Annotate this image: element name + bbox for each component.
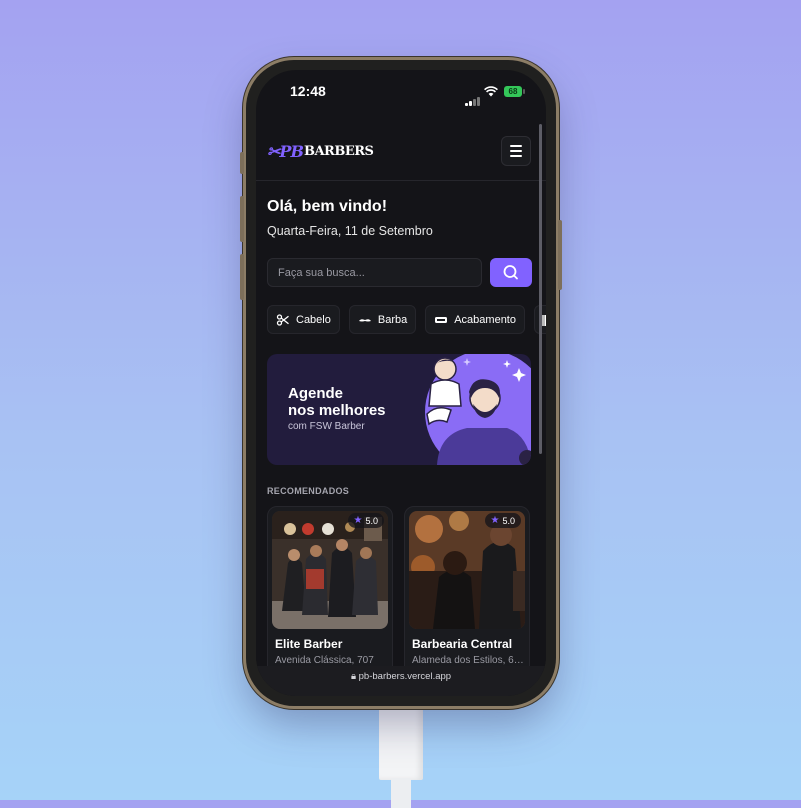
search-input[interactable]: [267, 258, 482, 287]
greeting-date: Quarta-Feira, 11 de Setembro: [267, 224, 433, 238]
status-time: 12:48: [290, 83, 326, 99]
rating-badge: ★ 5.0: [484, 513, 521, 528]
star-icon: ★: [353, 515, 363, 526]
phone-frame: 12:48 68 ✂PB BARBERS Olá, bem vindo! Qua…: [240, 60, 562, 706]
barber-illustration: [425, 354, 531, 465]
barbershop-card[interactable]: ★ 5.0 Elite Barber Avenida Clássica, 707: [267, 506, 393, 674]
phone-screen: 12:48 68 ✂PB BARBERS Olá, bem vindo! Qua…: [256, 70, 546, 696]
charging-cable: [379, 700, 423, 808]
status-bar: 12:48 68: [256, 70, 546, 114]
banner-subtitle: com FSW Barber: [288, 421, 365, 432]
rating-badge: ★ 5.0: [347, 513, 384, 528]
hamburger-icon: [510, 145, 522, 147]
banner-title: Agende nos melhores: [288, 385, 386, 419]
menu-button[interactable]: [501, 136, 531, 166]
logo-text: BARBERS: [303, 144, 374, 159]
barbershop-address: Avenida Clássica, 707: [275, 655, 374, 666]
barbershop-card[interactable]: ★ 5.0 Barbearia Central Alameda dos Esti…: [404, 506, 530, 674]
scissors-icon: [276, 313, 290, 327]
mustache-icon: [358, 313, 372, 327]
category-chip-acabamento[interactable]: Acabamento: [425, 305, 525, 334]
greeting-title: Olá, bem vindo!: [267, 198, 388, 215]
browser-url-bar[interactable]: 🔒︎ pb-barbers.vercel.app: [256, 666, 546, 696]
cellular-signal-icon: [465, 88, 481, 106]
category-label: Barba: [377, 313, 408, 326]
barbershop-address: Alameda dos Estilos, 600: [412, 655, 524, 666]
category-list: Cabelo Barba Acabamento: [267, 305, 546, 334]
promo-banner[interactable]: Agende nos melhores com FSW Barber: [267, 354, 531, 465]
barbershop-photo: [272, 511, 388, 629]
app-content: ✂PB BARBERS Olá, bem vindo! Quarta-Feira…: [256, 114, 546, 674]
barbershop-photo: [409, 511, 525, 629]
lock-icon: 🔒︎: [350, 671, 356, 682]
razor-icon: [434, 313, 448, 327]
category-label: Acabamento: [454, 313, 516, 326]
search-icon: [503, 265, 518, 280]
category-chip-cabelo[interactable]: Cabelo: [267, 305, 340, 334]
scrollbar[interactable]: [539, 124, 542, 454]
logo-mark: ✂PB: [267, 142, 304, 161]
wifi-icon: [484, 86, 498, 97]
category-chip-barba[interactable]: Barba: [348, 305, 417, 334]
section-title-recommended: RECOMENDADOS: [267, 486, 350, 496]
barbershop-name: Barbearia Central: [412, 637, 513, 651]
url-text: pb-barbers.vercel.app: [358, 671, 452, 682]
search-button[interactable]: [490, 258, 532, 287]
barbershop-name: Elite Barber: [275, 637, 343, 651]
app-header: ✂PB BARBERS: [256, 120, 546, 181]
logo[interactable]: ✂PB BARBERS: [267, 142, 374, 161]
category-label: Cabelo: [296, 313, 331, 326]
battery-icon: 68: [504, 86, 522, 97]
star-icon: ★: [490, 515, 500, 526]
